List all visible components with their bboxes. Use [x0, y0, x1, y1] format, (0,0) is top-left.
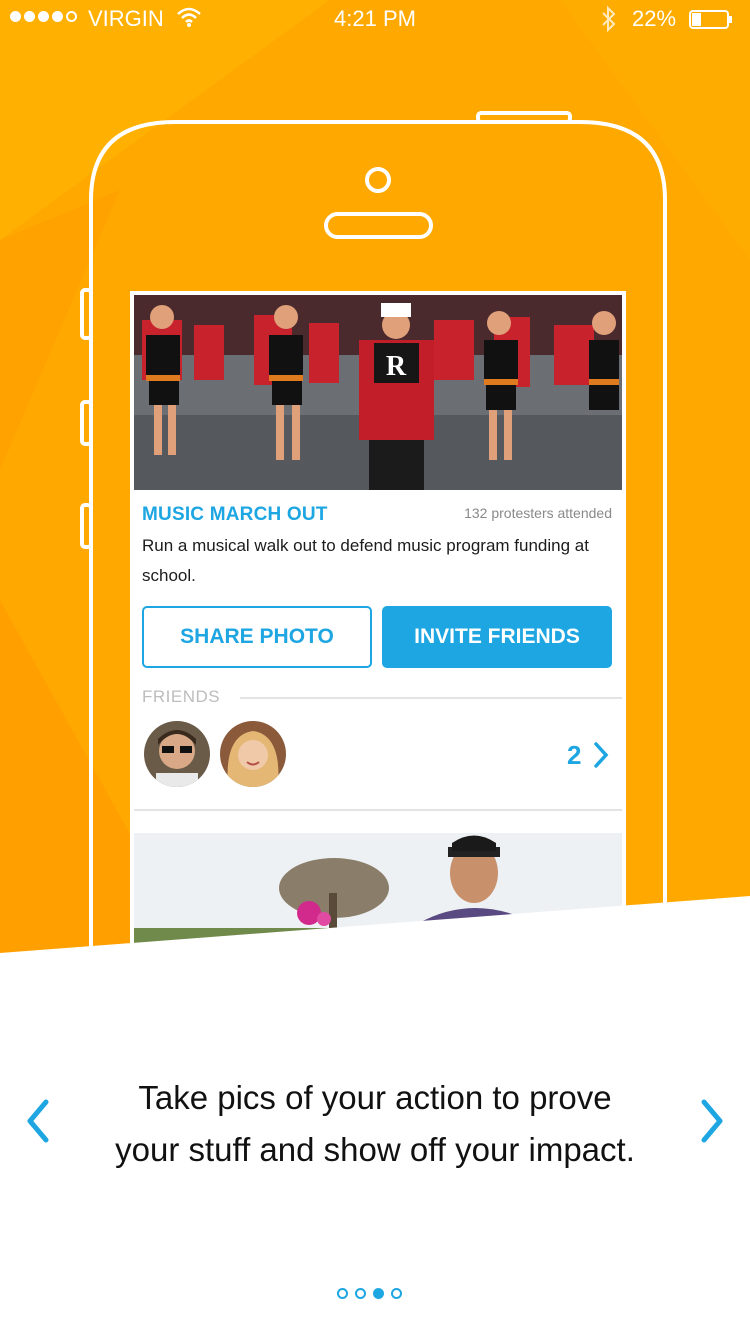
page-dot[interactable]: [391, 1288, 402, 1299]
phone-screen-card: R MUSIC MARCH OUT 132 protesters attende…: [130, 291, 626, 951]
previous-arrow-icon[interactable]: [22, 1098, 54, 1144]
svg-text:R: R: [386, 351, 407, 382]
friends-section-label: FRIENDS: [142, 687, 221, 706]
event-description: Run a musical walk out to defend music p…: [142, 536, 589, 585]
attendance-count: 132 protesters attended: [464, 505, 612, 521]
card-divider: [134, 809, 622, 811]
page-dot[interactable]: [355, 1288, 366, 1299]
battery-percentage: 22%: [632, 6, 677, 31]
share-photo-button[interactable]: SHARE PHOTO: [142, 606, 372, 668]
marching-band-photo: R: [134, 295, 622, 490]
friend-avatar[interactable]: [220, 721, 286, 787]
activist-photo: [134, 833, 622, 951]
friend-avatar[interactable]: [144, 721, 210, 787]
caption-line: your stuff and show off your impact.: [115, 1131, 635, 1168]
invite-friends-button[interactable]: INVITE FRIENDS: [382, 606, 612, 668]
friends-count[interactable]: 2: [567, 740, 581, 771]
status-bar: VIRGIN 4:21 PM 22%: [0, 0, 750, 40]
event-title: MUSIC MARCH OUT: [142, 504, 328, 525]
page-dot[interactable]: [337, 1288, 348, 1299]
caption-line: Take pics of your action to prove: [138, 1079, 612, 1116]
next-arrow-icon[interactable]: [696, 1098, 728, 1144]
page-dot[interactable]: [373, 1288, 384, 1299]
battery-icon: [689, 10, 732, 29]
friends-divider: [240, 697, 622, 699]
chevron-right-icon[interactable]: [592, 741, 610, 769]
bluetooth-icon: [602, 5, 616, 33]
onboarding-caption: Take pics of your action to prove your s…: [80, 1072, 670, 1176]
page-indicator[interactable]: [337, 1288, 402, 1299]
